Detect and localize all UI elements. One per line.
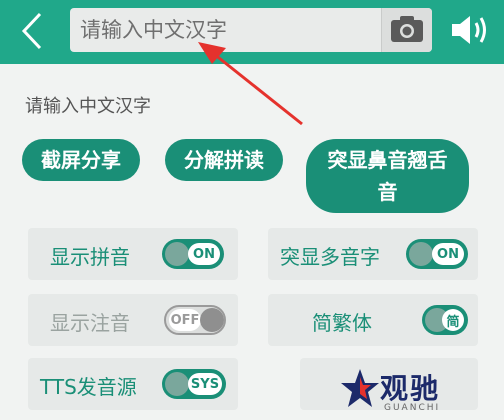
tts-source-toggle[interactable]: SYS [162,369,226,399]
input-hint: 请输入中文汉字 [25,96,151,117]
tts-source-option: TTS发音源 SYS [28,358,238,410]
camera-icon [391,16,423,42]
chevron-left-icon [21,12,42,50]
show-zhuyin-label: 显示注音 [50,311,130,335]
screenshot-share-label: 截屏分享 [41,148,121,172]
highlight-polyphone-toggle[interactable]: ON [406,239,468,269]
show-zhuyin-toggle-text: OFF [169,309,201,331]
toggle-knob [409,242,433,266]
highlight-polyphone-option: 突显多音字 ON [268,228,478,280]
show-pinyin-toggle-text: ON [188,243,220,265]
highlight-polyphone-toggle-text: ON [432,243,464,265]
show-zhuyin-toggle[interactable]: OFF [164,305,226,335]
star-logo-icon [341,369,379,407]
show-pinyin-toggle[interactable]: ON [162,239,224,269]
watermark-subtext: GUANCHI [384,403,441,413]
toggle-knob [200,308,224,332]
tts-source-label: TTS发音源 [40,375,137,399]
toggle-knob [165,242,189,266]
highlight-nasal-retroflex-label: 突显鼻音翘舌音 [327,148,448,204]
top-bar [0,0,504,64]
show-zhuyin-option: 显示注音 OFF [28,294,238,346]
watermark: 观驰 GUANCHI [340,365,460,417]
search-box [70,8,432,52]
search-input[interactable] [70,8,382,52]
toggle-knob [165,372,189,396]
watermark-text: 观驰 [380,372,441,405]
highlight-nasal-retroflex-button[interactable]: 突显鼻音翘舌音 [306,139,469,213]
script-variant-label: 简繁体 [312,311,372,335]
speaker-icon [452,16,486,44]
show-pinyin-option: 显示拼音 ON [28,228,238,280]
script-variant-toggle[interactable]: 简 [422,305,468,335]
tts-source-toggle-text: SYS [188,373,222,395]
camera-button[interactable] [381,8,432,52]
split-read-button[interactable]: 分解拼读 [165,139,283,181]
back-button[interactable] [14,10,54,52]
highlight-polyphone-label: 突显多音字 [280,245,380,269]
script-variant-option: 简繁体 简 [268,294,478,346]
script-variant-toggle-text: 简 [442,309,464,331]
screenshot-share-button[interactable]: 截屏分享 [22,139,140,181]
show-pinyin-label: 显示拼音 [50,245,130,269]
split-read-label: 分解拼读 [184,148,264,172]
speaker-button[interactable] [448,10,494,50]
